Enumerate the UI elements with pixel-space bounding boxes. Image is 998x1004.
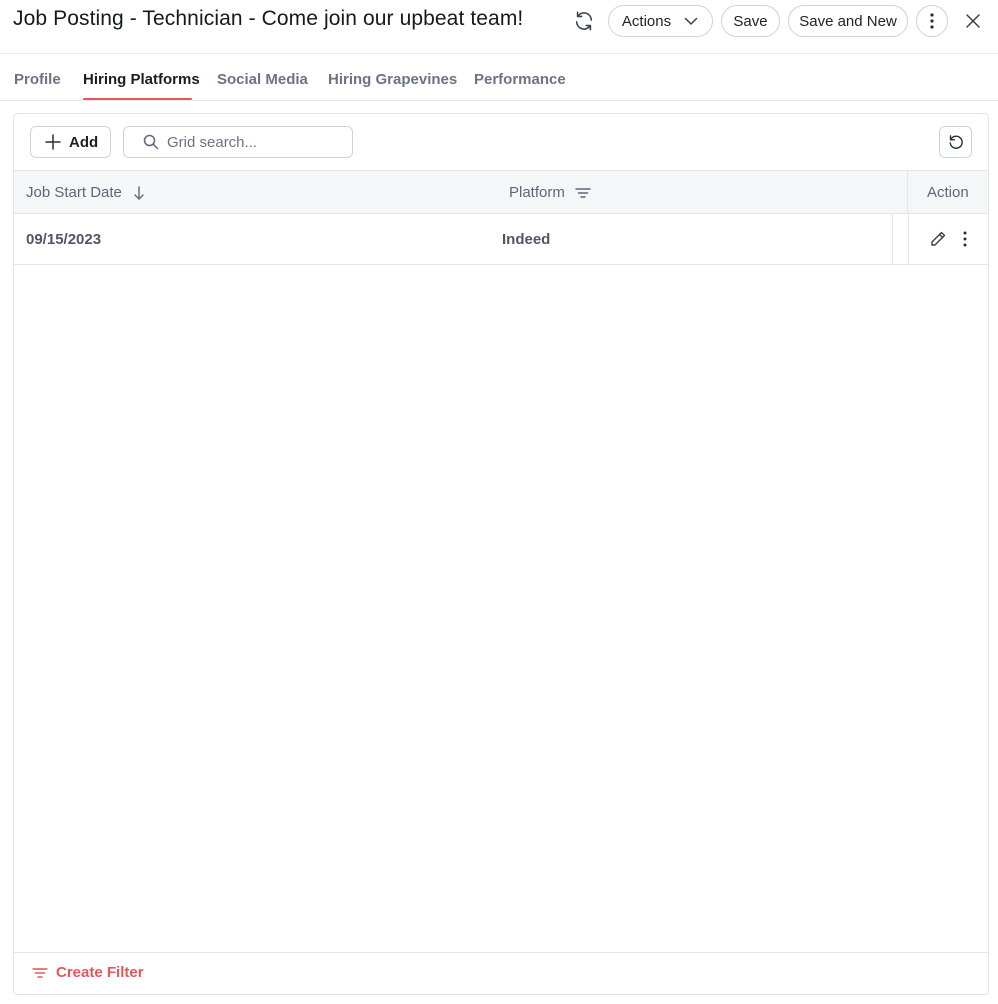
row-more-button[interactable]	[957, 228, 973, 250]
tab-performance[interactable]: Performance	[474, 71, 566, 88]
tab-profile[interactable]: Profile	[14, 71, 61, 88]
save-and-new-button[interactable]: Save and New	[788, 5, 908, 37]
refresh-button[interactable]	[570, 8, 598, 34]
grid-footer: Create Filter	[14, 952, 988, 994]
column-divider	[892, 214, 893, 264]
grid-search	[123, 126, 353, 158]
column-divider	[907, 171, 908, 215]
cell-job-start-date: 09/15/2023	[26, 231, 102, 248]
table-row[interactable]: 09/15/2023 Indeed	[14, 214, 988, 265]
chevron-down-icon	[684, 17, 698, 26]
column-label: Action	[927, 184, 969, 201]
tab-hiring-grapevines[interactable]: Hiring Grapevines	[328, 71, 457, 88]
close-button[interactable]	[961, 10, 985, 32]
add-label: Add	[69, 133, 99, 151]
reset-grid-button[interactable]	[939, 126, 972, 158]
column-label: Job Start Date	[26, 184, 122, 201]
tab-social-media[interactable]: Social Media	[217, 71, 308, 88]
column-divider	[908, 214, 909, 264]
column-header-job-start-date[interactable]: Job Start Date	[26, 184, 145, 201]
more-options-button[interactable]	[916, 5, 948, 37]
pencil-icon	[931, 231, 946, 246]
tab-bar: Profile Hiring Platforms Social Media Hi…	[0, 54, 998, 101]
grid-search-input[interactable]	[167, 133, 347, 151]
save-label: Save	[733, 12, 768, 30]
create-filter-label: Create Filter	[56, 964, 144, 981]
active-tab-indicator	[83, 98, 192, 100]
search-icon	[143, 134, 159, 150]
column-header-platform[interactable]: Platform	[509, 184, 591, 201]
save-button[interactable]: Save	[721, 5, 780, 37]
reset-icon	[949, 135, 963, 149]
plus-icon	[45, 134, 61, 150]
page-header: Job Posting - Technician - Come join our…	[0, 0, 998, 54]
page-title: Job Posting - Technician - Come join our…	[13, 7, 524, 30]
filter-lines-icon	[575, 187, 591, 198]
add-button[interactable]: Add	[30, 126, 111, 158]
column-header-action: Action	[927, 184, 969, 201]
edit-row-button[interactable]	[927, 228, 949, 250]
vertical-dots-icon	[930, 13, 934, 29]
actions-dropdown[interactable]: Actions	[608, 5, 713, 37]
filter-lines-icon	[32, 967, 48, 978]
sort-descending-icon	[134, 185, 144, 200]
tab-hiring-platforms[interactable]: Hiring Platforms	[83, 71, 200, 88]
refresh-icon	[575, 11, 593, 31]
vertical-dots-icon	[963, 231, 967, 247]
close-icon	[966, 14, 980, 28]
create-filter-button[interactable]: Create Filter	[32, 964, 144, 981]
actions-label: Actions	[621, 12, 672, 30]
cell-platform: Indeed	[502, 231, 551, 248]
grid-panel: Add Job Start Date Platform	[13, 113, 989, 995]
grid-header-row: Job Start Date Platform Action	[14, 170, 988, 215]
column-label: Platform	[509, 184, 565, 201]
save-and-new-label: Save and New	[799, 12, 897, 30]
